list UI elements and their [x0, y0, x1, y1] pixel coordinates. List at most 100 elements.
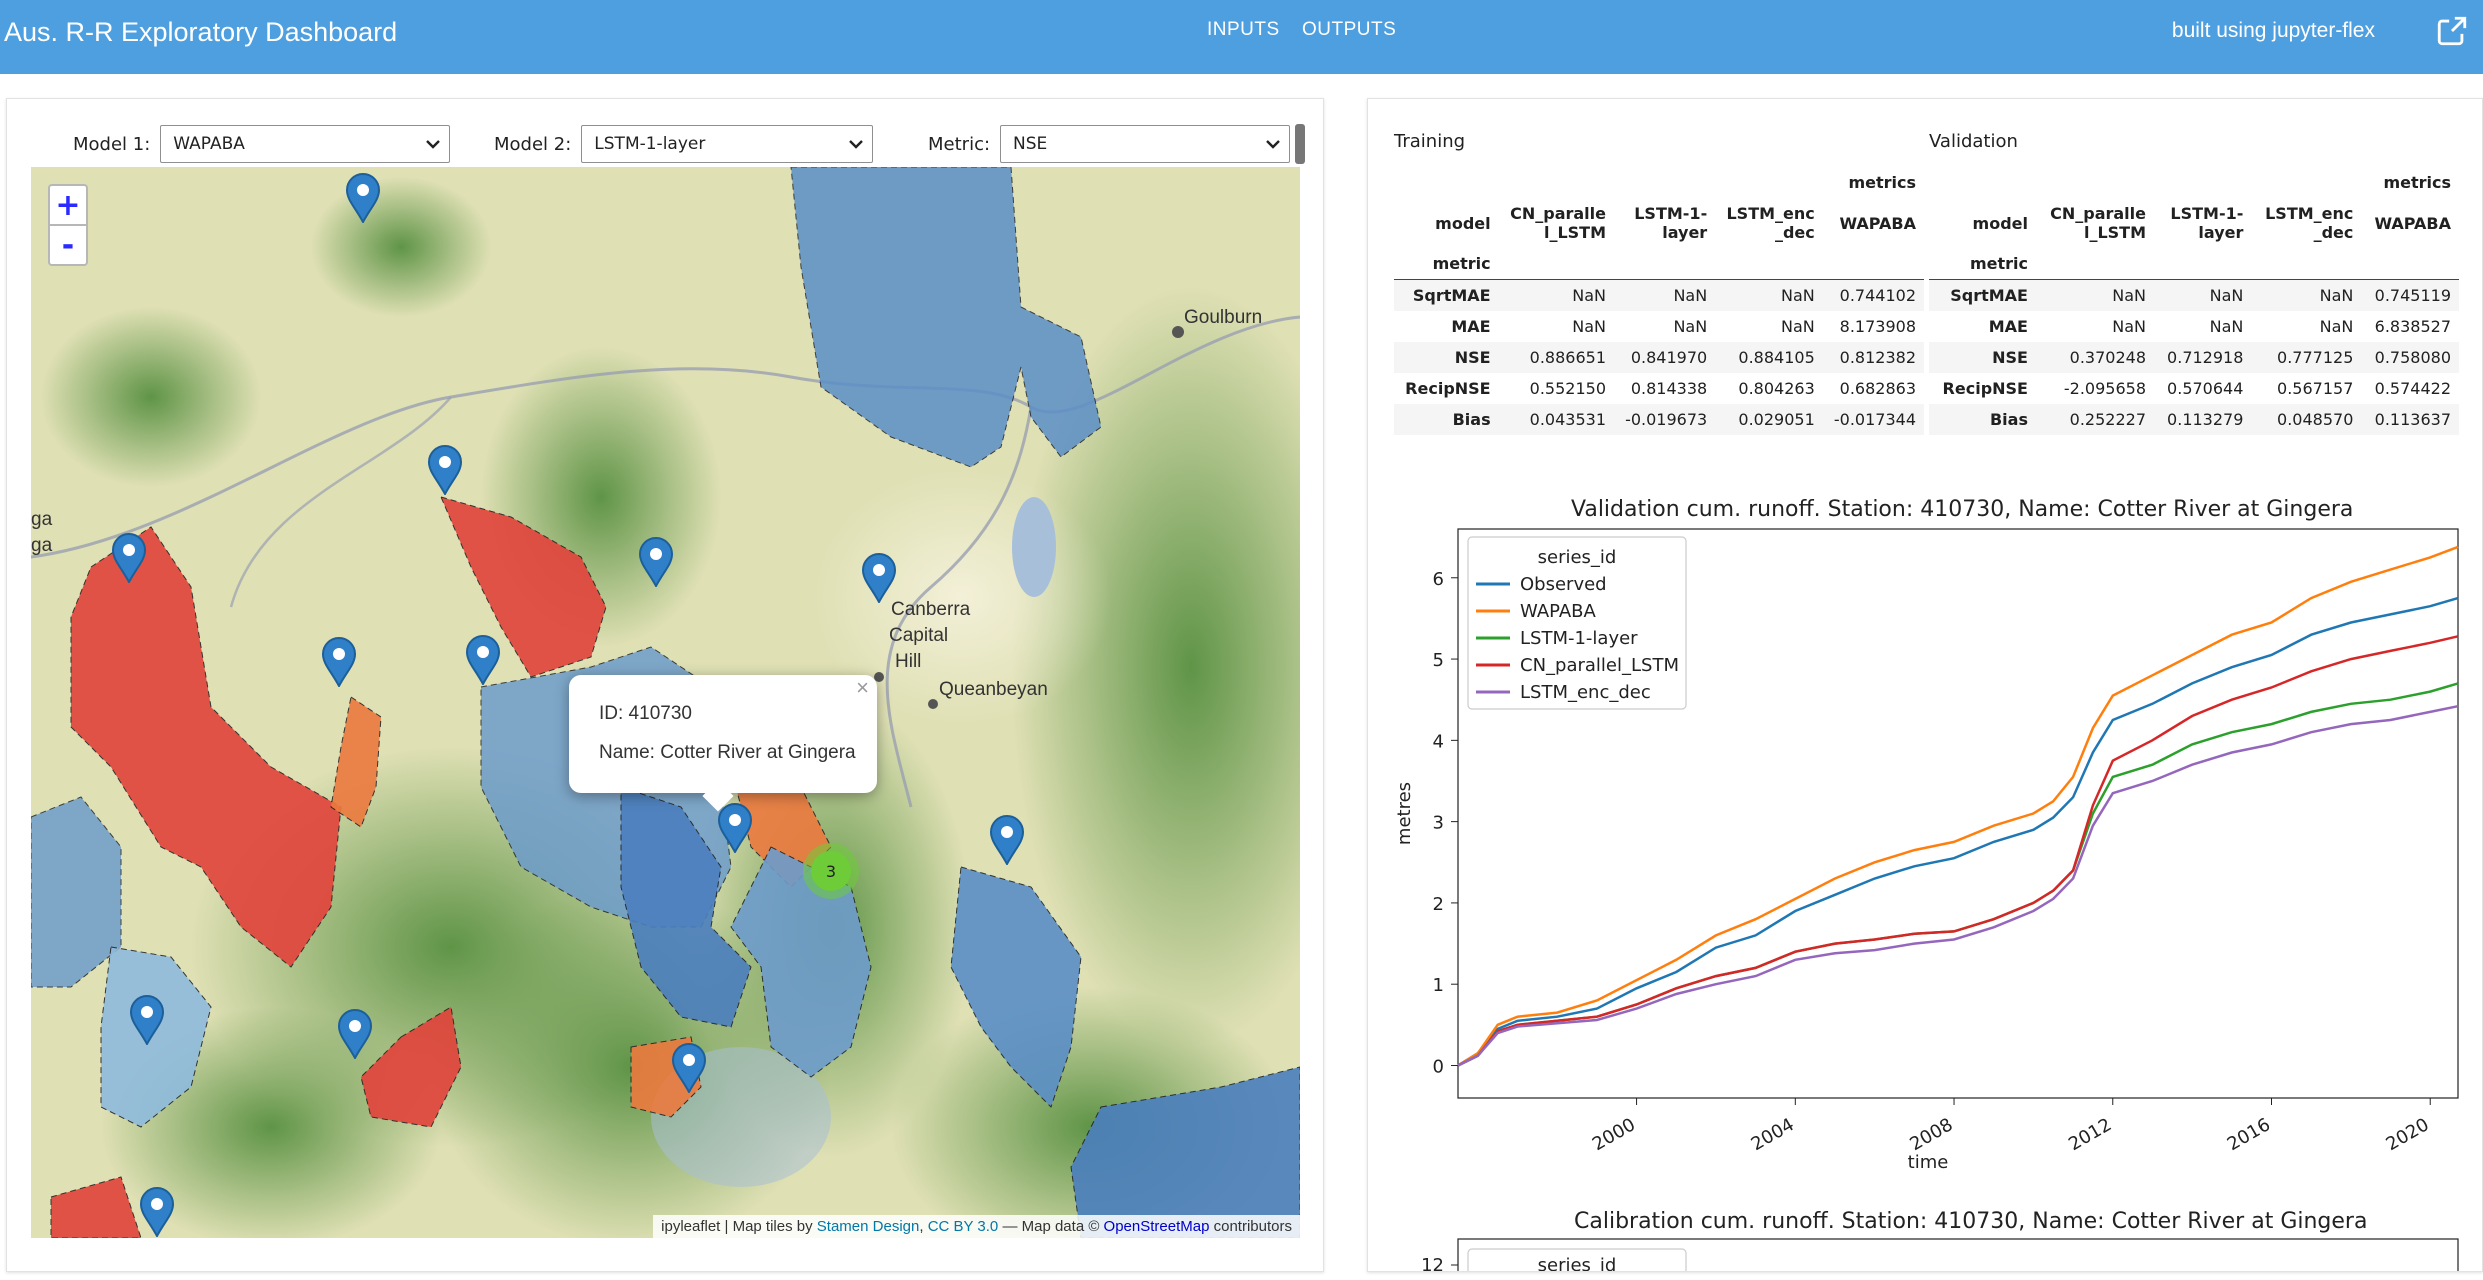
row-metric: RecipNSE: [1405, 379, 1491, 399]
table-row: NSE 0.886651 0.841970 0.884105 0.812382: [1394, 342, 1924, 374]
table-header-row: metric: [1394, 248, 1924, 280]
model1-select[interactable]: WAPABA: [160, 125, 451, 163]
location-marker-icon[interactable]: [345, 173, 381, 223]
app-title: Aus. R-R Exploratory Dashboard: [4, 17, 398, 47]
y-tick-label: 0: [1433, 1056, 1444, 1077]
table-cell: -2.095658: [2063, 379, 2146, 399]
location-marker-icon[interactable]: [465, 635, 501, 685]
table-row: Bias 0.043531 -0.019673 0.029051 -0.017344: [1394, 404, 1924, 436]
location-marker-icon[interactable]: [321, 637, 357, 687]
marker-cluster[interactable]: 3: [803, 843, 859, 899]
column-header: WAPABA: [1839, 213, 1916, 233]
cluster-count: 3: [811, 851, 851, 891]
row-metric: RecipNSE: [1942, 379, 2028, 399]
station-popup: × ID: 410730 Name: Cotter River at Ginge…: [569, 675, 877, 812]
cc-license-link[interactable]: CC BY 3.0: [928, 1218, 999, 1235]
metric-value: NSE: [1013, 134, 1048, 154]
location-marker-icon[interactable]: [111, 533, 147, 583]
table-cell: NaN: [1572, 317, 1606, 337]
place-label: Goulburn: [1184, 307, 1263, 328]
location-marker-icon[interactable]: [717, 803, 753, 853]
location-marker-icon[interactable]: [129, 995, 165, 1045]
place-label: Queanbeyan: [939, 679, 1048, 700]
column-header: WAPABA: [2374, 213, 2451, 233]
metric-header: metric: [1969, 254, 2028, 274]
app-header: Aus. R-R Exploratory Dashboard INPUTS OU…: [0, 0, 2483, 74]
model2-select[interactable]: LSTM-1-layer: [581, 125, 874, 163]
location-marker-icon[interactable]: [989, 815, 1025, 865]
table-cell: NaN: [1781, 317, 1815, 337]
training-metrics-table: metrics model CN_paralle l_LSTM LSTM-1- lay…: [1394, 167, 1924, 436]
table-row: RecipNSE -2.095658 0.570644 0.567157 0.57442…: [1929, 373, 2459, 404]
table-cell: 0.048570: [2251, 404, 2362, 436]
table-row: RecipNSE 0.552150 0.814338 0.804263 0.682863: [1394, 373, 1924, 404]
y-axis-label: metres: [1394, 782, 1415, 845]
metrics-header: metrics: [2383, 173, 2451, 192]
location-marker-icon[interactable]: [337, 1009, 373, 1059]
external-link-icon[interactable]: [2435, 14, 2469, 48]
table-cell: NaN: [2319, 317, 2354, 337]
table-header-row: model CN_paralle l_LSTM LSTM-1- layer LSTM_…: [1929, 198, 2459, 248]
legend-title: series_id: [1538, 547, 1617, 568]
table-cell: 0.552150: [1529, 379, 1606, 399]
leaflet-map[interactable]: Goulburn Canberra Capital Hill Queanbeya…: [31, 167, 1300, 1238]
y-tick-label: 5: [1433, 650, 1444, 671]
model1-label: Model 1:: [73, 133, 151, 155]
calibration-cum-runoff-chart: 12 series_id: [1421, 1238, 2459, 1272]
osm-link[interactable]: OpenStreetMap: [1104, 1218, 1210, 1235]
table-cell: 0.574422: [2374, 379, 2451, 399]
model2-label: Model 2:: [494, 133, 572, 155]
location-marker-icon[interactable]: [638, 537, 674, 587]
place-label: Hill: [895, 651, 922, 672]
table-cell: -0.017344: [1822, 404, 1924, 436]
attribution-text: — Map data ©: [998, 1218, 1104, 1235]
table-row: SqrtMAE NaN NaN NaN 0.744102: [1394, 279, 1924, 312]
place-label: ga: [31, 535, 53, 556]
model2-control: Model 2: LSTM-1-layer: [494, 125, 874, 163]
metrics-header: [1499, 167, 1614, 198]
model-header: model: [1972, 213, 2028, 233]
stamen-link[interactable]: Stamen Design: [817, 1218, 920, 1235]
legend-entry: WAPABA: [1520, 601, 1596, 622]
table-cell: NaN: [1614, 279, 1716, 312]
metrics-header: [2154, 167, 2251, 198]
column-header: CN_paralle l_LSTM: [2050, 204, 2146, 243]
table-cell: 0.886651: [1498, 342, 1614, 374]
row-metric: SqrtMAE: [1394, 279, 1499, 312]
row-metric: Bias: [1929, 404, 2036, 436]
place-label: Capital: [889, 625, 949, 646]
row-metric: NSE: [1394, 342, 1499, 374]
zoom-in-button[interactable]: +: [48, 184, 88, 226]
table-cell: 0.812382: [1822, 342, 1924, 374]
location-marker-icon[interactable]: [139, 1187, 175, 1237]
table-cell: 8.173908: [1839, 317, 1916, 337]
location-marker-icon[interactable]: [861, 553, 897, 603]
table-cell: 0.804263: [1738, 379, 1815, 399]
table-cell: NaN: [1715, 279, 1823, 312]
validation-label: Validation: [1929, 131, 2018, 152]
metric-select[interactable]: NSE: [1000, 125, 1291, 163]
legend-title: series_id: [1538, 1255, 1617, 1272]
metric-control: Metric: NSE: [928, 125, 1291, 163]
scrollbar[interactable]: [1295, 124, 1305, 164]
location-marker-icon[interactable]: [671, 1043, 707, 1093]
table-cell: 0.777125: [2251, 342, 2362, 374]
y-tick-label: 3: [1433, 813, 1444, 834]
nav-outputs-link[interactable]: OUTPUTS: [1302, 19, 1396, 41]
chevron-down-icon: [426, 140, 441, 149]
table-row: SqrtMAE NaN NaN NaN 0.745119: [1929, 279, 2459, 312]
legend-entry: Observed: [1520, 574, 1607, 595]
table-cell: NaN: [2035, 279, 2154, 312]
zoom-out-button[interactable]: -: [48, 224, 88, 266]
attribution-text: ,: [919, 1218, 928, 1235]
popup-close-button[interactable]: ×: [856, 675, 869, 701]
table-cell: 0.252227: [2035, 404, 2154, 436]
table-cell: NaN: [2209, 317, 2244, 337]
table-header-row: metric: [1929, 248, 2459, 280]
built-with-link[interactable]: built using jupyter-flex: [2172, 19, 2375, 43]
table-cell: NaN: [2154, 279, 2252, 312]
location-marker-icon[interactable]: [427, 445, 463, 495]
table-cell: NaN: [1498, 279, 1614, 312]
table-cell: 0.113637: [2361, 404, 2459, 436]
nav-inputs-link[interactable]: INPUTS: [1207, 19, 1280, 41]
